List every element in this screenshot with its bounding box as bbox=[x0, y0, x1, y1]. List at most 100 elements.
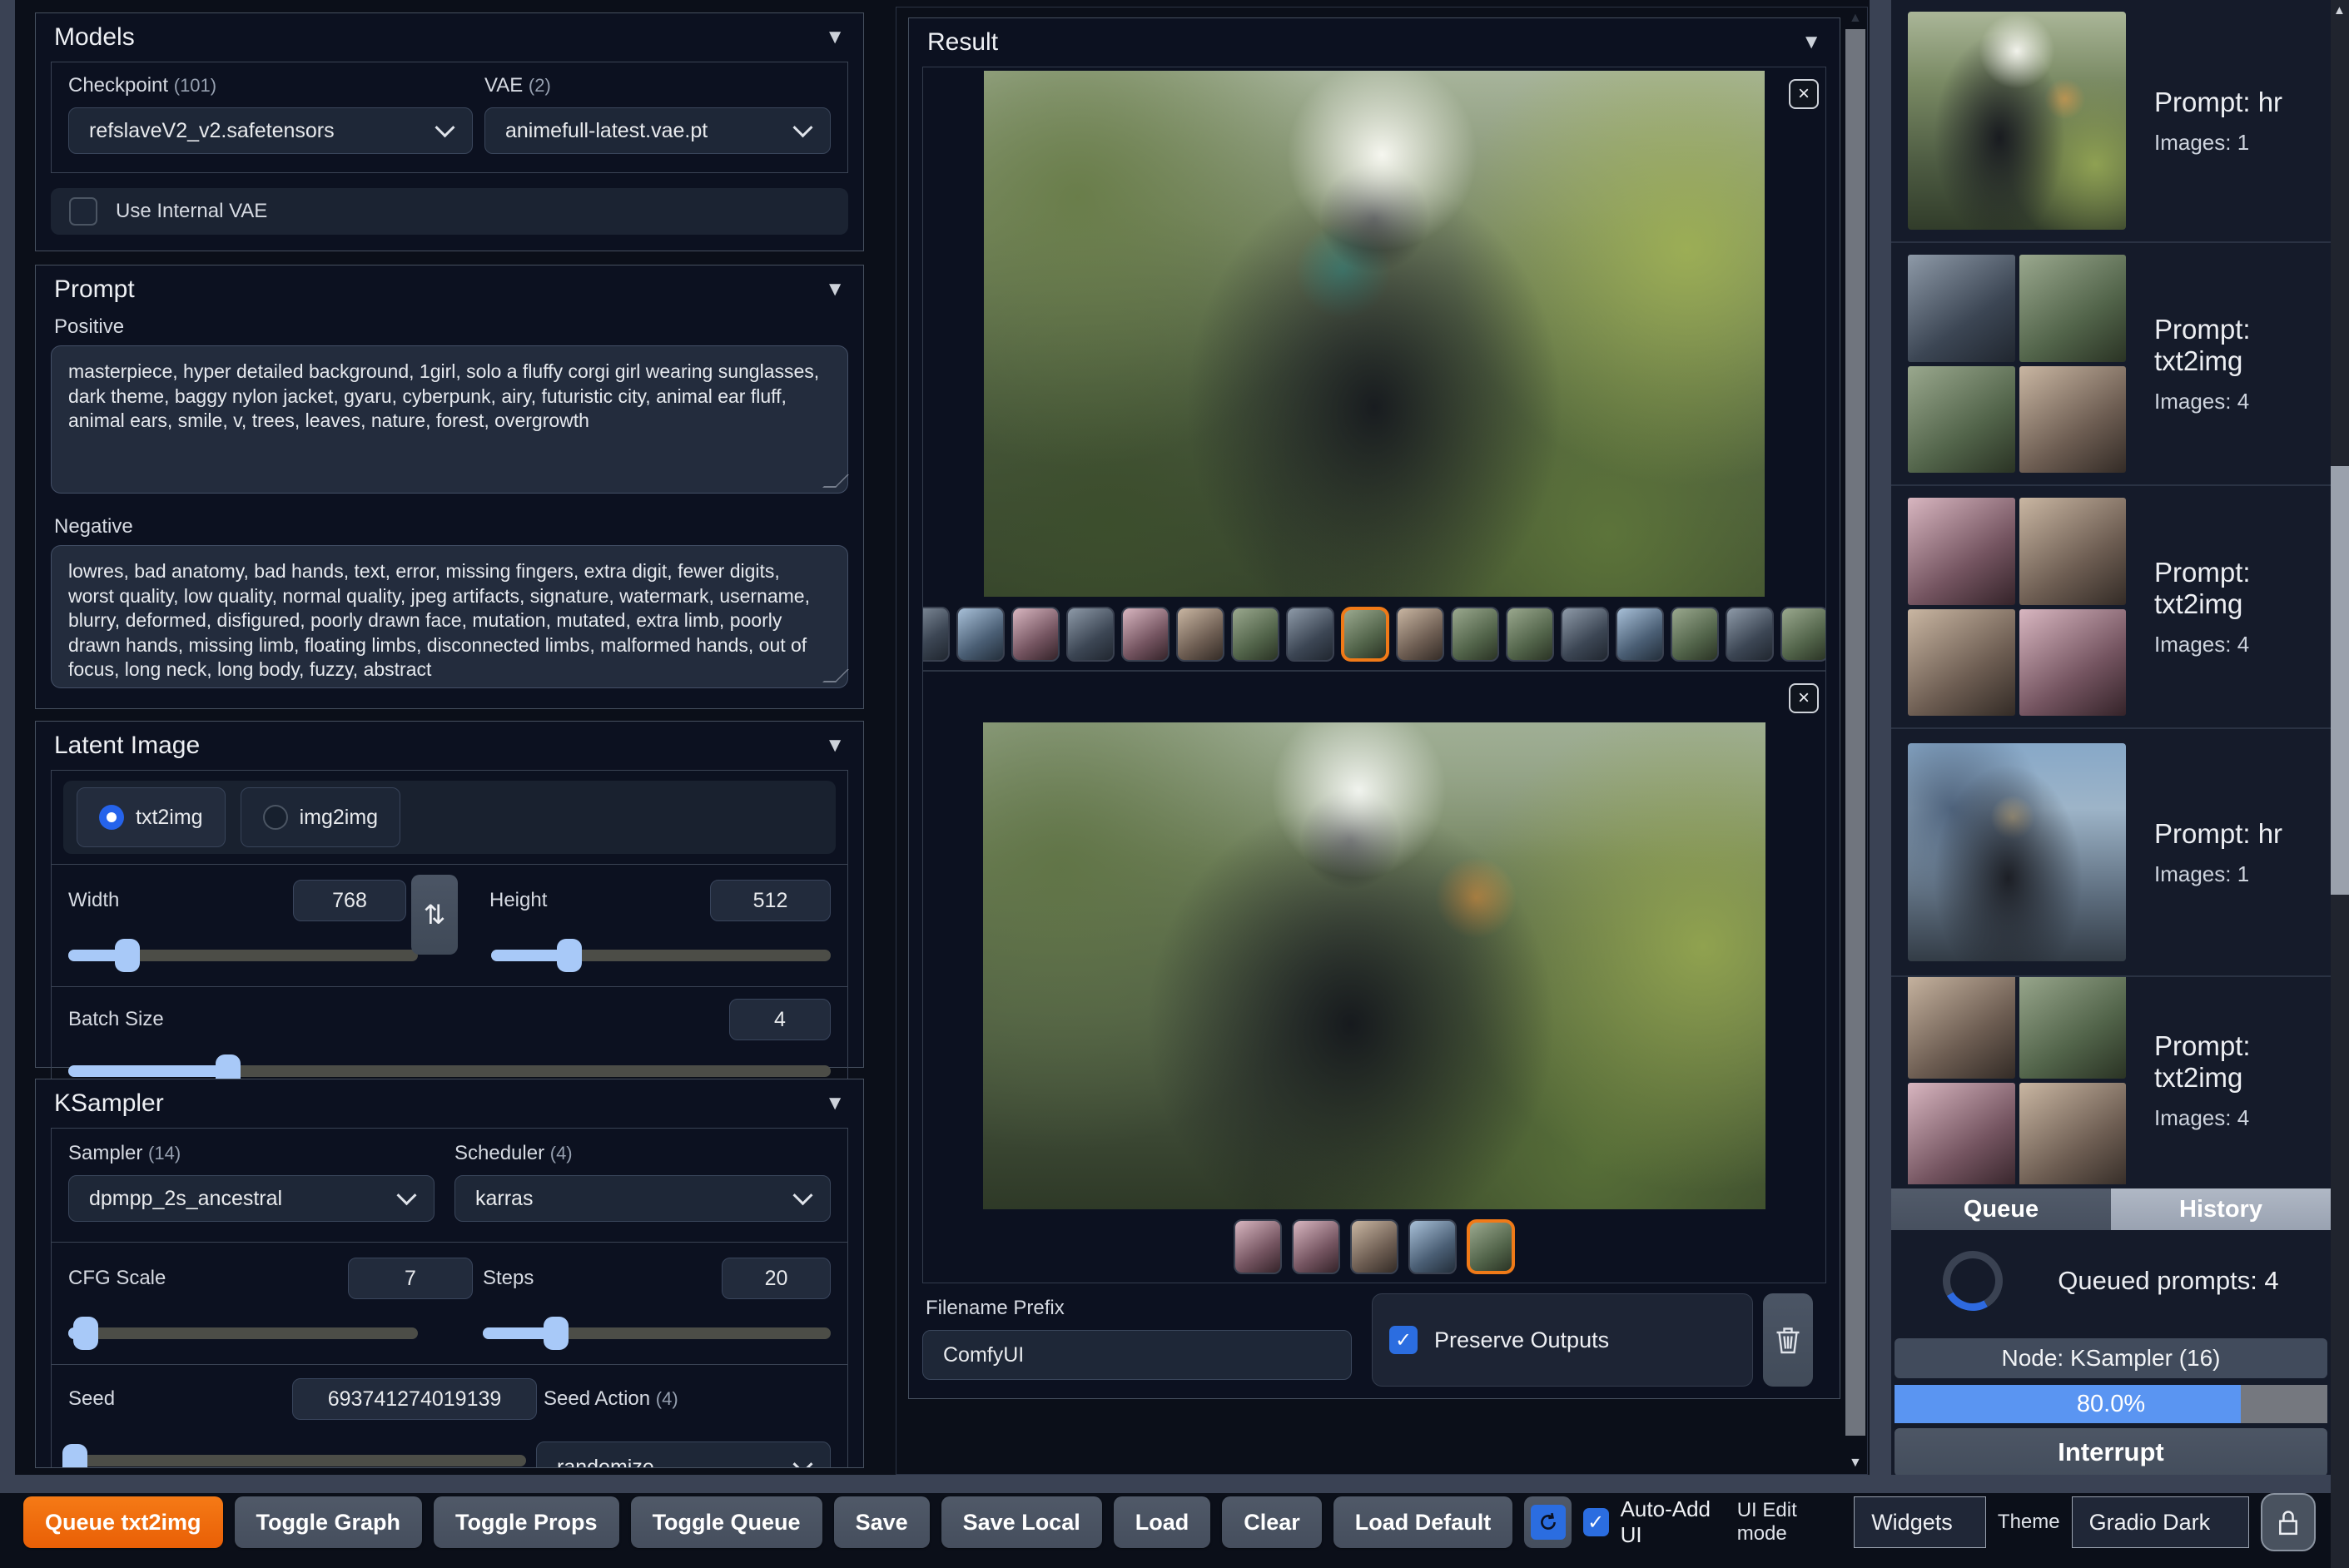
swap-dimensions-button[interactable]: ⇅ bbox=[411, 875, 458, 955]
sidebar-vertical-scrollbar[interactable]: ▲ bbox=[2331, 0, 2349, 1568]
preserve-outputs-row[interactable]: ✓ Preserve Outputs bbox=[1372, 1293, 1753, 1387]
history-item[interactable]: Prompt: txt2img Images: 4 bbox=[1891, 486, 2331, 729]
ksampler-header[interactable]: KSampler ▼ bbox=[36, 1079, 863, 1128]
gallery1-thumb[interactable] bbox=[1561, 607, 1609, 662]
collapse-icon[interactable]: ▼ bbox=[825, 278, 845, 301]
gallery2-thumb-selected[interactable] bbox=[1467, 1219, 1515, 1274]
gallery1-thumb[interactable] bbox=[1066, 607, 1115, 662]
right-scroll-gutter[interactable] bbox=[1870, 0, 1891, 1475]
content-vertical-scrollbar[interactable]: ▲ ▼ bbox=[1845, 9, 1865, 1472]
ui-edit-mode-select[interactable]: Widgets bbox=[1854, 1496, 1986, 1548]
result-image-1[interactable] bbox=[984, 71, 1765, 597]
history-item[interactable]: Prompt: txt2img Images: 4 bbox=[1891, 977, 2331, 1184]
toggle-queue-button[interactable]: Toggle Queue bbox=[630, 1496, 822, 1548]
history-thumbnail-grid[interactable] bbox=[1908, 977, 2126, 1184]
close-icon[interactable]: × bbox=[1789, 683, 1819, 713]
steps-slider[interactable] bbox=[483, 1317, 831, 1350]
load-default-button[interactable]: Load Default bbox=[1333, 1496, 1513, 1548]
gallery1-thumb[interactable] bbox=[1616, 607, 1664, 662]
scroll-down-icon[interactable]: ▼ bbox=[1849, 1456, 1862, 1471]
positive-prompt-textarea[interactable]: masterpiece, hyper detailed background, … bbox=[51, 345, 849, 494]
history-thumbnail[interactable] bbox=[1908, 743, 2126, 961]
gallery2-thumb[interactable] bbox=[1234, 1219, 1282, 1274]
txt2img-radio[interactable]: txt2img bbox=[77, 787, 226, 847]
latent-header[interactable]: Latent Image ▼ bbox=[36, 722, 863, 770]
clear-button[interactable]: Clear bbox=[1222, 1496, 1322, 1548]
seed-input[interactable]: 693741274019139 bbox=[292, 1378, 537, 1420]
gallery1-thumb[interactable] bbox=[1726, 607, 1774, 662]
tab-queue[interactable]: Queue bbox=[1891, 1188, 2111, 1230]
auto-add-ui-control[interactable]: ✓ Auto-Add UI bbox=[1582, 1496, 1727, 1548]
gallery1-thumb[interactable] bbox=[1780, 607, 1825, 662]
gallery1-thumb-selected[interactable] bbox=[1341, 607, 1389, 662]
height-input[interactable]: 512 bbox=[710, 880, 831, 921]
gallery1-thumb[interactable] bbox=[1176, 607, 1224, 662]
seed-action-select[interactable]: randomize bbox=[536, 1441, 831, 1467]
scheduler-select[interactable]: karras bbox=[454, 1175, 831, 1222]
lock-ui-button[interactable] bbox=[2261, 1493, 2317, 1551]
sampler-select[interactable]: dpmpp_2s_ancestral bbox=[68, 1175, 435, 1222]
gallery1-thumb[interactable] bbox=[1396, 607, 1444, 662]
queue-txt2img-button[interactable]: Queue txt2img bbox=[23, 1496, 223, 1548]
use-internal-vae-checkbox[interactable] bbox=[69, 197, 97, 226]
filename-prefix-input[interactable]: ComfyUI bbox=[922, 1330, 1352, 1380]
theme-select[interactable]: Gradio Dark bbox=[2071, 1496, 2250, 1548]
negative-prompt-textarea[interactable]: lowres, bad anatomy, bad hands, text, er… bbox=[51, 545, 849, 688]
gallery2-thumb[interactable] bbox=[1292, 1219, 1340, 1274]
history-item[interactable]: Prompt: txt2img Images: 4 bbox=[1891, 243, 2331, 486]
bottom-horizontal-scrollbar[interactable] bbox=[0, 1475, 2331, 1493]
batch-size-slider[interactable] bbox=[68, 1054, 831, 1088]
gallery2-thumb[interactable] bbox=[1350, 1219, 1398, 1274]
img2img-radio[interactable]: img2img bbox=[240, 787, 401, 847]
gallery1-thumb[interactable] bbox=[1671, 607, 1719, 662]
history-item[interactable]: Prompt: hr Images: 1 bbox=[1891, 729, 2331, 977]
save-local-button[interactable]: Save Local bbox=[941, 1496, 1102, 1548]
history-thumbnail[interactable] bbox=[1908, 12, 2126, 230]
result-header[interactable]: Result ▼ bbox=[909, 18, 1840, 67]
scroll-up-icon[interactable]: ▲ bbox=[2333, 3, 2346, 17]
gallery1-thumb[interactable] bbox=[923, 607, 950, 662]
tab-history[interactable]: History bbox=[2111, 1188, 2331, 1230]
toggle-graph-button[interactable]: Toggle Graph bbox=[234, 1496, 423, 1548]
refresh-button[interactable] bbox=[1524, 1496, 1572, 1548]
width-slider[interactable] bbox=[68, 939, 418, 972]
checkpoint-select[interactable]: refslaveV2_v2.safetensors bbox=[68, 107, 473, 154]
scroll-up-icon[interactable]: ▲ bbox=[1849, 11, 1862, 26]
result-image-2[interactable] bbox=[983, 722, 1765, 1209]
gallery1-thumbnail-strip[interactable] bbox=[923, 607, 1825, 662]
resize-handle-icon[interactable] bbox=[822, 474, 849, 488]
prompt-header[interactable]: Prompt ▼ bbox=[36, 265, 863, 314]
auto-add-checkbox[interactable]: ✓ bbox=[1582, 1508, 1609, 1536]
toggle-props-button[interactable]: Toggle Props bbox=[434, 1496, 619, 1548]
clear-outputs-button[interactable] bbox=[1763, 1293, 1813, 1387]
height-slider[interactable] bbox=[491, 939, 831, 972]
gallery1-thumb[interactable] bbox=[956, 607, 1005, 662]
cfg-slider[interactable] bbox=[68, 1317, 418, 1350]
cfg-input[interactable]: 7 bbox=[348, 1258, 473, 1299]
gallery1-thumb[interactable] bbox=[1506, 607, 1554, 662]
vae-select[interactable]: animefull-latest.vae.pt bbox=[484, 107, 831, 154]
close-icon[interactable]: × bbox=[1789, 79, 1819, 109]
collapse-icon[interactable]: ▼ bbox=[825, 1092, 845, 1115]
models-header[interactable]: Models ▼ bbox=[36, 13, 863, 62]
width-input[interactable]: 768 bbox=[293, 880, 406, 921]
gallery1-thumb[interactable] bbox=[1286, 607, 1334, 662]
use-internal-vae-row[interactable]: Use Internal VAE bbox=[51, 188, 848, 235]
preserve-outputs-checkbox[interactable]: ✓ bbox=[1389, 1326, 1418, 1354]
steps-input[interactable]: 20 bbox=[722, 1258, 831, 1299]
seed-slider[interactable] bbox=[62, 1444, 526, 1467]
left-scroll-gutter[interactable] bbox=[0, 0, 15, 1475]
collapse-icon[interactable]: ▼ bbox=[1801, 31, 1821, 54]
gallery1-thumb[interactable] bbox=[1451, 607, 1499, 662]
collapse-icon[interactable]: ▼ bbox=[825, 26, 845, 49]
gallery1-thumb[interactable] bbox=[1011, 607, 1060, 662]
interrupt-button[interactable]: Interrupt bbox=[1895, 1428, 2327, 1475]
batch-size-input[interactable]: 4 bbox=[729, 999, 831, 1040]
history-thumbnail-grid[interactable] bbox=[1908, 255, 2126, 473]
gallery1-thumb[interactable] bbox=[1231, 607, 1279, 662]
resize-handle-icon[interactable] bbox=[822, 669, 849, 682]
history-item[interactable]: Prompt: hr Images: 1 bbox=[1891, 0, 2331, 243]
gallery2-thumbnail-strip[interactable] bbox=[923, 1219, 1825, 1274]
gallery1-thumb[interactable] bbox=[1121, 607, 1170, 662]
load-button[interactable]: Load bbox=[1113, 1496, 1211, 1548]
